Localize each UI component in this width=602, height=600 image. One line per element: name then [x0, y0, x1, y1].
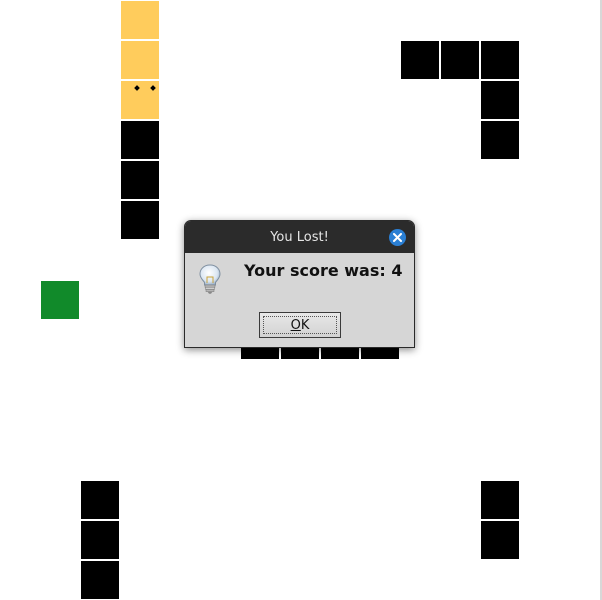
wall-block [121, 161, 159, 199]
snake-head [121, 81, 159, 119]
wall-block [81, 521, 119, 559]
lightbulb-icon [199, 264, 221, 294]
snake-eye [134, 85, 140, 91]
game-over-dialog: You Lost! Your score was: 4 OK [184, 220, 415, 348]
close-button[interactable] [389, 229, 406, 246]
wall-block [481, 121, 519, 159]
wall-block [81, 561, 119, 599]
wall-block [481, 481, 519, 519]
snake-body-segment [121, 41, 159, 79]
ok-mnemonic: O [290, 317, 301, 333]
dialog-titlebar[interactable]: You Lost! [185, 221, 414, 253]
wall-block [441, 41, 479, 79]
food-pellet [41, 281, 79, 319]
snake-body-segment [121, 1, 159, 39]
wall-block [401, 41, 439, 79]
wall-block [481, 41, 519, 79]
wall-block [481, 81, 519, 119]
wall-block [121, 201, 159, 239]
wall-block [481, 521, 519, 559]
ok-button[interactable]: OK [259, 312, 341, 338]
dialog-title: You Lost! [270, 229, 329, 245]
wall-block [81, 481, 119, 519]
snake-eye [150, 85, 156, 91]
wall-block [121, 121, 159, 159]
score-message: Your score was: 4 [244, 261, 403, 280]
close-icon [393, 233, 402, 242]
ok-label: K [300, 317, 310, 333]
